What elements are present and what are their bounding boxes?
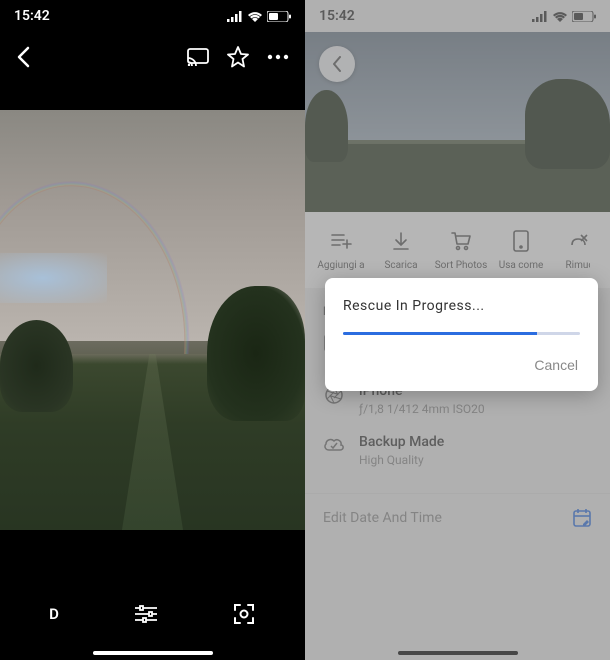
photo-viewer-header — [0, 32, 305, 82]
cellular-signal-icon — [532, 11, 548, 22]
progress-dialog-title: Rescue In Progress... — [343, 298, 580, 314]
status-bar: 15:42 — [0, 0, 305, 32]
cellular-signal-icon — [227, 11, 243, 22]
edit-date-label: Edit Date And Time — [323, 510, 442, 526]
add-to-button[interactable]: Aggiungi a — [311, 230, 371, 271]
remove-button[interactable]: Rimuovi dall'a — [551, 230, 604, 271]
cart-icon — [450, 230, 472, 252]
phone-left-screen: 15:42 — [0, 0, 305, 660]
photo-bottom-toolbar: D — [0, 586, 305, 642]
home-indicator[interactable] — [398, 651, 518, 655]
status-indicators — [532, 11, 596, 22]
download-button[interactable]: Scarica — [371, 230, 431, 271]
back-icon[interactable] — [16, 46, 30, 68]
home-indicator[interactable] — [93, 651, 213, 655]
remove-icon — [568, 230, 588, 252]
status-indicators — [227, 11, 291, 22]
use-as-button[interactable]: Usa come — [491, 230, 551, 271]
progress-bar — [343, 332, 580, 335]
share-button[interactable]: D — [49, 605, 59, 623]
action-label: Usa come — [499, 260, 544, 271]
action-label: Sort Photos — [435, 260, 488, 271]
photo-viewport[interactable] — [0, 110, 305, 530]
edit-sliders-icon[interactable] — [134, 604, 158, 624]
download-icon — [391, 230, 411, 252]
backup-title: Backup Made — [359, 434, 444, 450]
edit-date-time-row[interactable]: Edit Date And Time — [305, 493, 610, 542]
star-icon[interactable] — [227, 46, 249, 68]
status-bar: 15:42 — [305, 0, 610, 32]
wifi-icon — [552, 11, 568, 22]
sort-button[interactable]: Sort Photos — [431, 230, 491, 271]
phone-right-screen: 15:42 — [305, 0, 610, 660]
photo-info-hero — [305, 32, 610, 212]
status-time: 15:42 — [14, 8, 50, 24]
cancel-button[interactable]: Cancel — [532, 351, 580, 379]
detail-backup-row: Backup Made High Quality — [323, 434, 592, 467]
battery-icon — [267, 11, 291, 22]
action-label: Aggiungi a — [317, 260, 364, 271]
more-icon[interactable] — [267, 54, 289, 60]
wifi-icon — [247, 11, 263, 22]
cloud-check-icon — [323, 434, 345, 452]
photo-actions-row: Aggiungi a Scarica Sort Photos Usa come — [305, 212, 610, 288]
battery-icon — [572, 11, 596, 22]
calendar-edit-icon — [572, 508, 592, 528]
status-time: 15:42 — [319, 8, 355, 24]
action-label: Rimuovi dall'a — [566, 260, 590, 271]
camera-exif: ƒ/1,8 1/412 4mm ISO20 — [359, 402, 485, 416]
backup-quality: High Quality — [359, 453, 444, 467]
progress-dialog: Rescue In Progress... Cancel — [325, 278, 598, 391]
use-as-icon — [512, 230, 530, 252]
cast-icon[interactable] — [187, 48, 209, 66]
lens-icon[interactable] — [232, 602, 256, 626]
add-to-icon — [330, 230, 352, 252]
back-button[interactable] — [319, 46, 355, 82]
action-label: Scarica — [384, 260, 417, 271]
